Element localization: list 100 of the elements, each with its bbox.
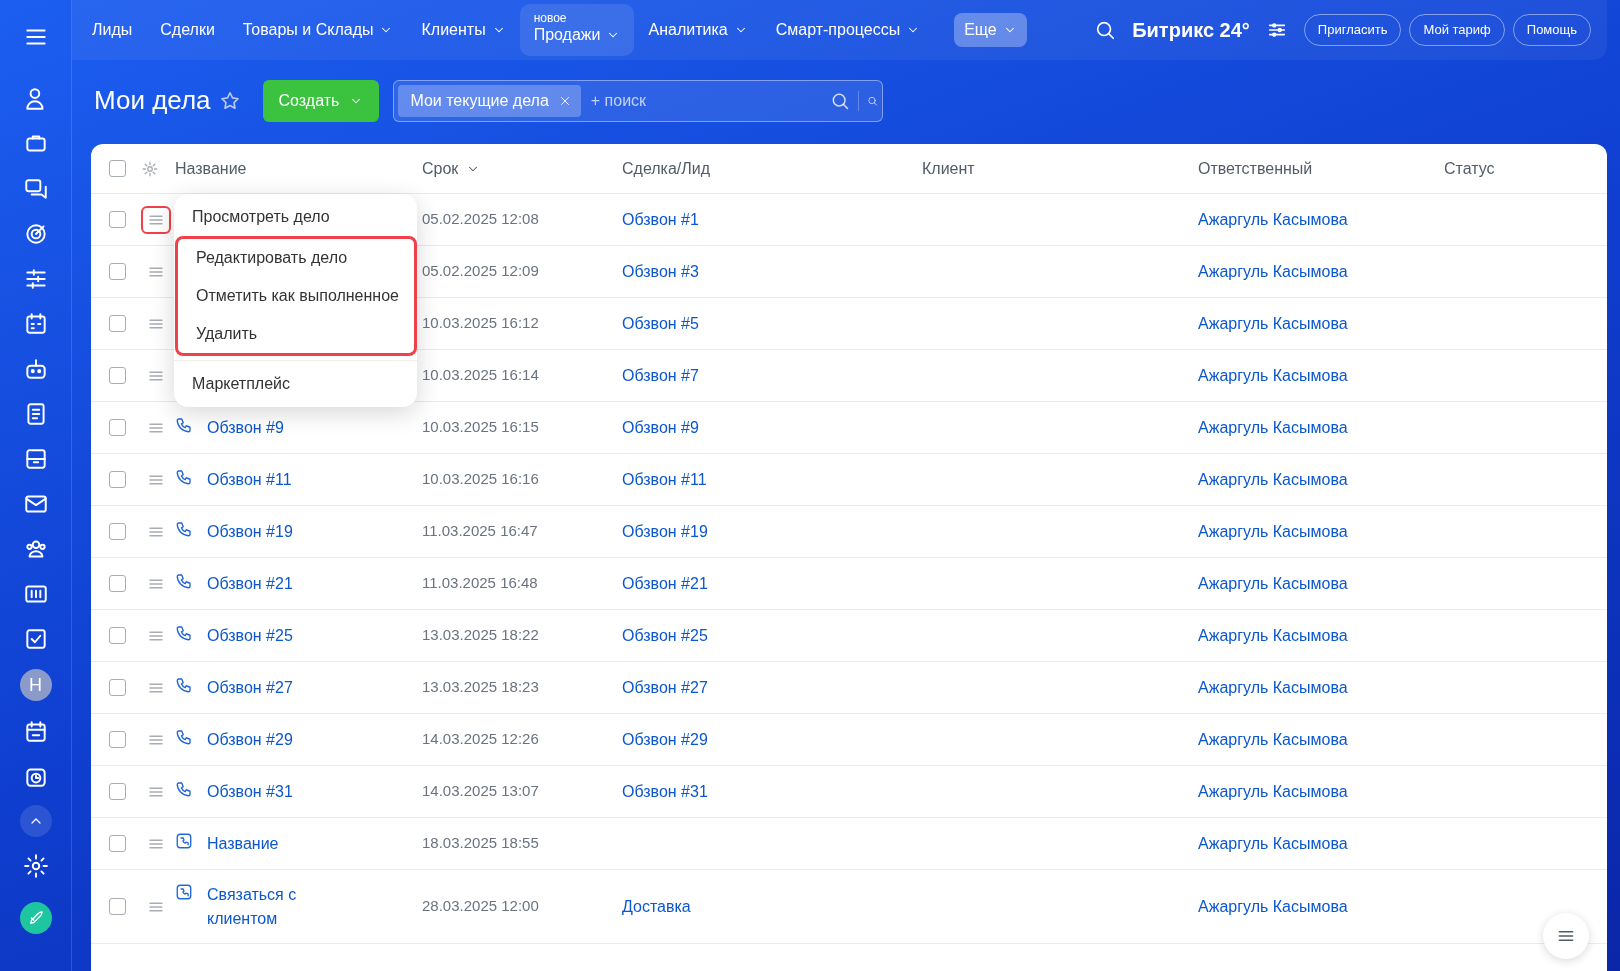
deal-link[interactable]: Обзвон #5 [622, 314, 699, 332]
due-date: 14.03.2025 13:07 [422, 781, 540, 802]
deal-link[interactable]: Обзвон #31 [622, 782, 708, 800]
task-link[interactable]: Обзвон #21 [207, 571, 293, 596]
menu-item[interactable]: Удалить [178, 315, 414, 353]
deal-link[interactable]: Обзвон #19 [622, 522, 708, 540]
due-date: 13.03.2025 18:22 [422, 625, 540, 646]
responsible-link[interactable]: Ажаргуль Касымова [1198, 314, 1348, 332]
column-header[interactable]: Сделка/Лид [622, 156, 711, 181]
deal-link[interactable]: Доставка [622, 897, 691, 915]
responsible-link[interactable]: Ажаргуль Касымова [1198, 678, 1348, 696]
menu-item[interactable]: Отметить как выполненное [178, 277, 414, 315]
responsible-link[interactable]: Ажаргуль Касымова [1198, 470, 1348, 488]
deal-link[interactable]: Обзвон #27 [622, 678, 708, 696]
menu-item[interactable]: Просмотреть дело [174, 198, 417, 236]
deal-link[interactable]: Обзвон #3 [622, 262, 699, 280]
nav-menu-item[interactable]: новое Продажи [519, 4, 635, 56]
column-header[interactable]: Клиент [922, 156, 975, 181]
nav-menu-item[interactable]: Сделки [146, 4, 229, 56]
page-title: Мои дела [94, 85, 211, 117]
phone-icon [175, 571, 193, 590]
close-icon[interactable] [558, 95, 571, 107]
column-header[interactable]: Ответственный [1198, 156, 1313, 181]
phone-icon [175, 623, 193, 642]
task-link[interactable]: Обзвон #31 [207, 779, 293, 804]
responsible-link[interactable]: Ажаргуль Касымова [1198, 262, 1348, 280]
phone-icon [175, 415, 193, 434]
search-icon[interactable] [858, 91, 879, 111]
responsible-link[interactable]: Ажаргуль Касымова [1198, 210, 1348, 228]
row-checkbox[interactable] [109, 419, 126, 436]
row-checkbox[interactable] [109, 575, 126, 592]
deal-link[interactable]: Обзвон #11 [622, 470, 707, 488]
phone-icon [175, 467, 193, 486]
row-checkbox[interactable] [109, 679, 126, 696]
responsible-link[interactable]: Ажаргуль Касымова [1198, 782, 1348, 800]
responsible-link[interactable]: Ажаргуль Касымова [1198, 574, 1348, 592]
task-link[interactable]: Обзвон #29 [207, 727, 293, 752]
column-header[interactable]: Срок [422, 156, 459, 181]
row-checkbox[interactable] [109, 835, 126, 852]
due-date: 11.03.2025 16:48 [422, 573, 539, 594]
column-header[interactable]: Название [175, 156, 247, 181]
row-checkbox[interactable] [109, 211, 126, 228]
responsible-link[interactable]: Ажаргуль Касымова [1198, 626, 1348, 644]
collapse-button[interactable] [19, 805, 52, 837]
task-link[interactable]: Связаться с клиентом [207, 882, 317, 931]
deal-link[interactable]: Обзвон #29 [622, 730, 708, 748]
row-checkbox[interactable] [109, 523, 126, 540]
menu-item[interactable]: Редактировать дело [178, 239, 414, 277]
nav-menu-item[interactable]: Товары и Склады [228, 4, 408, 56]
task-link[interactable]: Обзвон #27 [207, 675, 293, 700]
row-checkbox[interactable] [109, 263, 126, 280]
task-link[interactable]: Название [207, 831, 279, 856]
responsible-link[interactable]: Ажаргуль Касымова [1198, 418, 1348, 436]
row-checkbox[interactable] [109, 898, 126, 915]
responsible-link[interactable]: Ажаргуль Касымова [1198, 522, 1348, 540]
nav-menu-item[interactable]: Аналитика [634, 4, 762, 56]
due-date: 10.03.2025 16:16 [422, 469, 540, 490]
search-icon[interactable] [1094, 19, 1117, 41]
due-date: 05.02.2025 12:09 [422, 261, 540, 282]
new-tag: новое [533, 9, 567, 27]
select-all-checkbox[interactable] [109, 160, 126, 177]
rocket-button[interactable] [19, 902, 52, 934]
row-menu-button[interactable] [141, 205, 171, 234]
due-date: 14.03.2025 12:26 [422, 729, 540, 750]
column-header[interactable]: Статус [1444, 156, 1495, 181]
row-checkbox[interactable] [109, 471, 126, 488]
task-link[interactable]: Обзвон #11 [207, 467, 292, 492]
deal-link[interactable]: Обзвон #9 [622, 418, 699, 436]
task-link[interactable]: Обзвон #9 [207, 415, 284, 440]
due-date: 28.03.2025 12:00 [422, 896, 540, 917]
list-menu-button[interactable] [1543, 913, 1589, 959]
menu-item[interactable]: Маркетплейс [174, 365, 417, 403]
nav-menu-item[interactable]: Лиды [78, 4, 147, 56]
deal-link[interactable]: Обзвон #25 [622, 626, 708, 644]
star-icon[interactable] [218, 90, 241, 112]
task-link[interactable]: Обзвон #19 [207, 519, 293, 544]
phone-icon [175, 675, 193, 694]
row-checkbox[interactable] [109, 315, 126, 332]
responsible-link[interactable]: Ажаргуль Касымова [1198, 834, 1348, 852]
row-checkbox[interactable] [109, 731, 126, 748]
search-icon[interactable] [830, 91, 851, 111]
responsible-link[interactable]: Ажаргуль Касымова [1198, 897, 1348, 915]
nav-menu-item[interactable]: Смарт-процессы [761, 4, 935, 56]
deal-link[interactable]: Обзвон #7 [622, 366, 699, 384]
deal-link[interactable]: Обзвон #21 [622, 574, 708, 592]
chat-icon [22, 176, 49, 202]
responsible-link[interactable]: Ажаргуль Касымова [1198, 366, 1348, 384]
row-checkbox[interactable] [109, 783, 126, 800]
task-link[interactable]: Обзвон #25 [207, 623, 293, 648]
nav-menu-item[interactable]: Клиенты [407, 4, 520, 56]
responsible-link[interactable]: Ажаргуль Касымова [1198, 730, 1348, 748]
deal-link[interactable]: Обзвон #1 [622, 210, 699, 228]
due-date: 05.02.2025 12:08 [422, 209, 540, 230]
due-date: 18.03.2025 18:55 [422, 833, 540, 854]
row-checkbox[interactable] [109, 367, 126, 384]
row-checkbox[interactable] [109, 627, 126, 644]
phone-icon [175, 727, 193, 746]
due-date: 10.03.2025 16:15 [422, 417, 540, 438]
task-icon [175, 882, 193, 901]
task-icon [175, 831, 193, 850]
